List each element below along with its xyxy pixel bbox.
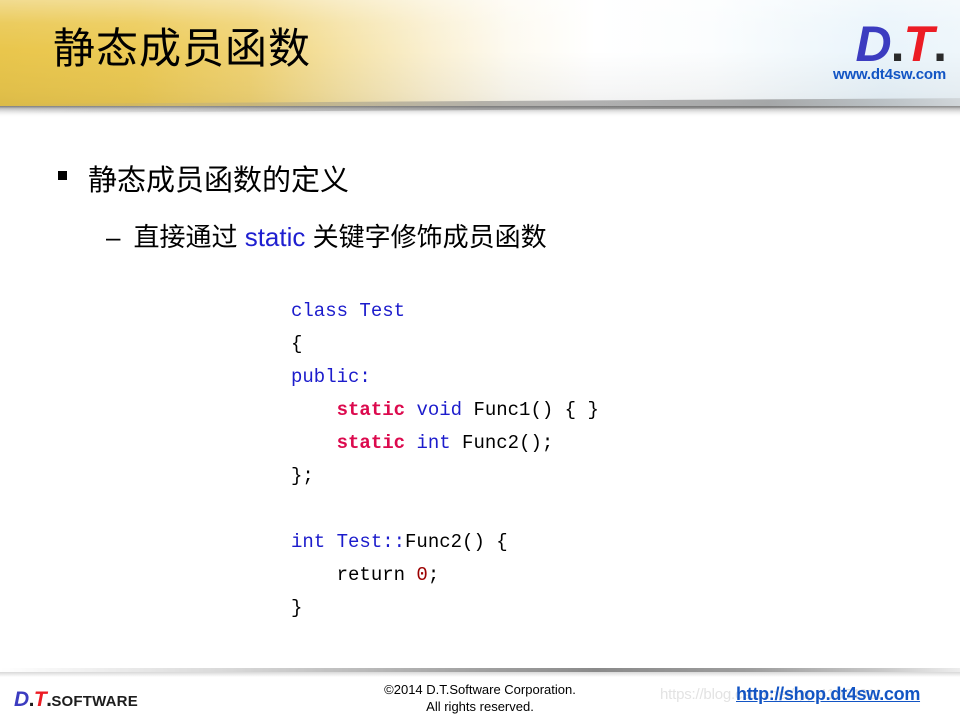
code-line: { bbox=[291, 328, 599, 361]
square-bullet-icon bbox=[58, 171, 67, 180]
dash-bullet-icon: – bbox=[106, 222, 121, 252]
logo-letter-d: D bbox=[855, 16, 892, 72]
code-line: }; bbox=[291, 460, 599, 493]
brand-website-url: www.dt4sw.com bbox=[833, 66, 946, 83]
code-token: 0 bbox=[416, 564, 428, 586]
code-line: return 0; bbox=[291, 559, 599, 592]
code-token: public: bbox=[291, 366, 371, 388]
logo-dot-2: . bbox=[933, 16, 947, 72]
shop-link-area: https://blog.csdn.net/qq_41854911 http:/… bbox=[660, 684, 960, 710]
code-token: class Test bbox=[291, 300, 406, 322]
header-drop-shadow bbox=[0, 106, 960, 117]
footer-divider-shadow bbox=[0, 672, 960, 677]
code-token: Func2(); bbox=[450, 432, 554, 454]
bullet-level1-label: 静态成员函数的定义 bbox=[88, 165, 350, 197]
bullet-level2: – 直接通过 static 关键字修饰成员函数 bbox=[106, 217, 547, 254]
bullet-level2-text-after: 关键字修饰成员函数 bbox=[305, 222, 547, 252]
footer-logo-word-rest: OFTWARE bbox=[61, 693, 138, 710]
slide-header-bar: 静态成员函数 D.T. www.dt4sw.com bbox=[0, 0, 960, 106]
brand-logo-header: D.T. www.dt4sw.com bbox=[788, 16, 947, 100]
brand-logo-mark: D.T. bbox=[788, 16, 947, 72]
code-token: }; bbox=[291, 465, 314, 487]
page-title: 静态成员函数 bbox=[53, 25, 312, 72]
footer-logo-letter-d: D bbox=[14, 688, 29, 711]
code-token: static bbox=[336, 399, 406, 421]
copyright-line-1: ©2014 D.T.Software Corporation. bbox=[384, 682, 576, 697]
code-token: } bbox=[291, 597, 303, 619]
code-token: void bbox=[416, 399, 463, 421]
copyright-notice: ©2014 D.T.Software Corporation. All righ… bbox=[330, 681, 630, 715]
bullet-level1: 静态成员函数的定义 bbox=[58, 157, 349, 199]
code-sample-block: class Test { public: static void Func1() {… bbox=[291, 295, 599, 625]
code-token: Func2() { bbox=[405, 531, 508, 553]
code-token: int Test:: bbox=[291, 531, 406, 553]
logo-letter-t: T bbox=[903, 16, 935, 72]
code-token: int bbox=[416, 432, 451, 454]
code-token: static bbox=[336, 432, 406, 454]
code-line: int Test::Func2() { bbox=[291, 526, 599, 559]
code-token: return bbox=[291, 564, 417, 586]
code-line: public: bbox=[291, 361, 599, 394]
footer-logo-word-cap: S bbox=[51, 693, 62, 710]
footer-logo-letter-t: T bbox=[33, 688, 47, 711]
code-line: static void Func1() { } bbox=[291, 394, 599, 427]
bullet-level2-text-before: 直接通过 bbox=[133, 222, 245, 252]
logo-dot-1: . bbox=[890, 16, 905, 72]
code-token: Func1() { } bbox=[462, 399, 599, 421]
copyright-line-2: All rights reserved. bbox=[426, 699, 534, 714]
code-token: ; bbox=[427, 564, 440, 586]
shop-link[interactable]: http://shop.dt4sw.com bbox=[736, 684, 920, 705]
code-line: class Test bbox=[291, 295, 599, 328]
bullet-level2-keyword: static bbox=[244, 222, 306, 252]
code-line: static int Func2(); bbox=[291, 427, 599, 460]
code-line: } bbox=[291, 592, 599, 625]
code-token: { bbox=[291, 333, 303, 355]
brand-logo-footer: D.T.SOFTWARE bbox=[14, 688, 138, 712]
